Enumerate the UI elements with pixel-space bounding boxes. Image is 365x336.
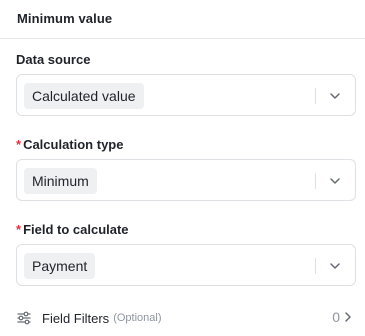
filter-count: 0 <box>332 309 340 325</box>
field-to-calculate-select[interactable]: Payment <box>16 244 356 286</box>
selected-value-chip: Minimum <box>24 168 97 194</box>
calculation-type-select[interactable]: Minimum <box>16 159 356 201</box>
chevron-down-icon[interactable] <box>329 175 341 187</box>
optional-label: (Optional) <box>113 312 162 324</box>
data-source-field: Data source Calculated value <box>16 52 356 116</box>
divider <box>315 258 316 274</box>
field-to-calculate-field: * Field to calculate Payment <box>16 222 356 286</box>
divider <box>315 173 316 189</box>
panel-title: Minimum value <box>0 0 365 39</box>
field-label: * Field to calculate <box>16 222 129 237</box>
required-marker: * <box>16 222 22 237</box>
field-label: * Calculation type <box>16 137 124 152</box>
divider <box>315 88 316 104</box>
field-filters-label: Field Filters <box>42 310 110 326</box>
data-source-select[interactable]: Calculated value <box>16 74 356 116</box>
chevron-down-icon[interactable] <box>329 90 341 102</box>
chevron-down-icon[interactable] <box>329 260 341 272</box>
field-filters-row[interactable]: Field Filters (Optional) 0 <box>16 306 356 330</box>
selected-value-chip: Payment <box>24 253 96 279</box>
chevron-right-icon[interactable] <box>342 311 354 323</box>
field-label: Data source <box>16 52 91 67</box>
calculation-type-field: * Calculation type Minimum <box>16 137 356 201</box>
required-marker: * <box>16 137 22 152</box>
selected-value-chip: Calculated value <box>24 83 144 109</box>
properties-panel: Minimum value Data source Calculated val… <box>0 0 365 336</box>
filter-sliders-icon <box>17 311 31 325</box>
